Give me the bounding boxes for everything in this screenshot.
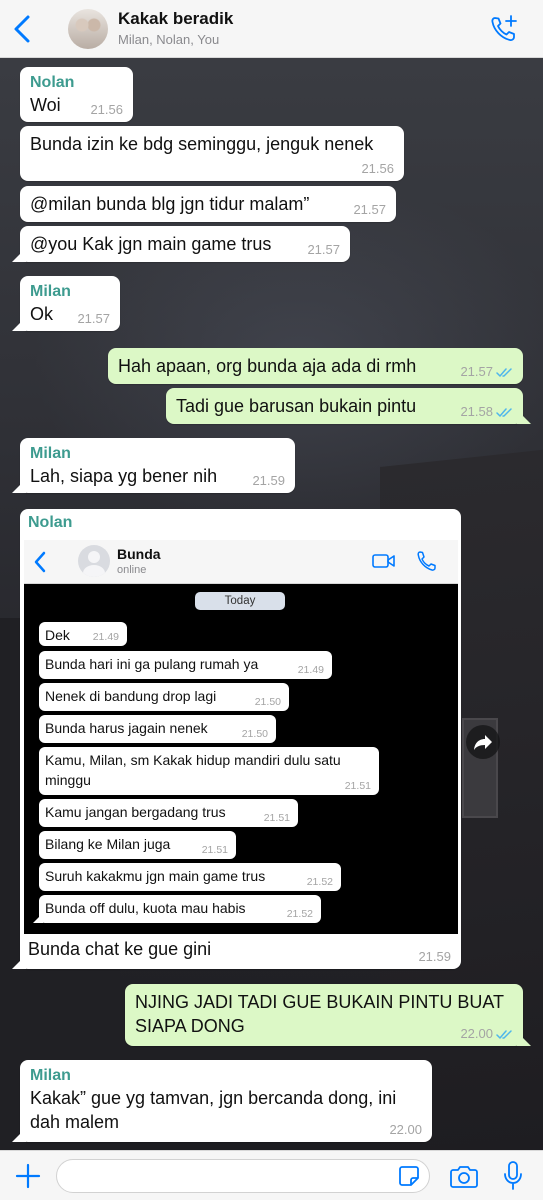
message-time: 21.52: [286, 908, 313, 920]
embedded-message: Kamu jangan bergadang trus 21.51: [39, 799, 298, 827]
message-text: Dek: [45, 627, 70, 643]
embedded-message: Bunda hari ini ga pulang rumah ya 21.49: [39, 651, 332, 679]
message-text: Kamu, Milan, sm Kakak hidup mandiri dulu…: [45, 752, 341, 788]
message-text: Bunda harus jagain nenek: [45, 720, 208, 736]
message-bubble-outgoing[interactable]: Tadi gue barusan bukain pintu 21.58: [166, 388, 531, 424]
message-input[interactable]: [56, 1159, 430, 1193]
message-text: Bunda off dulu, kuota mau habis: [45, 900, 246, 916]
plus-icon[interactable]: [14, 1162, 42, 1190]
message-time: 21.56: [361, 161, 394, 176]
message-time: 21.59: [418, 949, 451, 964]
message-text: Nenek di bandung drop lagi: [45, 688, 217, 704]
contact-name: Bunda: [117, 546, 161, 562]
message-bubble[interactable]: @milan bunda blg jgn tidur malam” 21.57: [20, 186, 396, 222]
embedded-chat-header: Bunda online: [24, 540, 458, 584]
group-avatar[interactable]: [68, 9, 108, 49]
sticker-icon[interactable]: [398, 1165, 420, 1187]
contact-avatar: [78, 545, 110, 577]
microphone-icon[interactable]: [502, 1160, 524, 1192]
read-receipt-icon: [496, 368, 512, 377]
embedded-message: Bunda off dulu, kuota mau habis 21.52: [33, 895, 321, 923]
message-bubble[interactable]: @you Kak jgn main game trus 21.57: [12, 226, 350, 262]
bubble-tail: [33, 913, 43, 923]
message-text: @you Kak jgn main game trus: [30, 234, 272, 254]
back-chevron-icon: [34, 551, 46, 573]
sender-name[interactable]: Nolan: [28, 513, 457, 533]
chat-title[interactable]: Kakak beradik: [118, 9, 233, 29]
embedded-message: Dek 21.49: [39, 622, 127, 646]
message-time: 21.57: [307, 242, 340, 257]
message-time: 21.56: [90, 102, 123, 117]
message-text: Suruh kakakmu jgn main game trus: [45, 868, 266, 884]
message-text: Lah, siapa yg bener nih: [30, 466, 218, 486]
message-text: Bunda hari ini ga pulang rumah ya: [45, 656, 259, 672]
forward-icon: [474, 735, 492, 750]
embedded-message: Kamu, Milan, sm Kakak hidup mandiri dulu…: [39, 747, 379, 795]
message-time: 21.49: [297, 664, 324, 676]
message-time: 21.51: [344, 780, 371, 792]
message-bubble[interactable]: Nolan Woi 21.56: [20, 67, 133, 122]
embedded-message: Nenek di bandung drop lagi 21.50: [39, 683, 289, 711]
embedded-message: Bilang ke Milan juga 21.51: [39, 831, 236, 859]
message-bubble[interactable]: Milan Ok 21.57: [12, 276, 120, 331]
contact-status: online: [117, 564, 147, 576]
message-time: 21.51: [263, 812, 290, 824]
sender-name[interactable]: Nolan: [30, 73, 123, 93]
message-time: 21.59: [252, 473, 285, 488]
message-bubble[interactable]: Bunda izin ke bdg seminggu, jenguk nenek…: [20, 126, 404, 181]
chat-participants: Milan, Nolan, You: [118, 32, 220, 47]
message-text: Hah apaan, org bunda aja ada di rmh: [118, 356, 417, 376]
message-time: 21.57: [460, 364, 493, 379]
phone-icon: [417, 551, 436, 571]
message-text: @milan bunda blg jgn tidur malam”: [30, 194, 310, 214]
message-time: 21.58: [460, 404, 493, 419]
message-time: 22.00: [460, 1026, 493, 1041]
video-call-icon: [372, 554, 395, 568]
embedded-message: Bunda harus jagain nenek 21.50: [39, 715, 276, 743]
message-bubble[interactable]: Milan Lah, siapa yg bener nih 21.59: [12, 438, 295, 493]
message-text: Kamu jangan bergadang trus: [45, 804, 226, 820]
embedded-message: Suruh kakakmu jgn main game trus 21.52: [39, 863, 341, 891]
add-call-icon[interactable]: [488, 13, 520, 45]
sender-name[interactable]: Milan: [30, 444, 285, 464]
camera-icon[interactable]: [450, 1163, 478, 1189]
message-bubble-outgoing[interactable]: NJING JADI TADI GUE BUKAIN PINTU BUAT SI…: [125, 984, 531, 1046]
chat-header: Kakak beradik Milan, Nolan, You: [0, 0, 543, 58]
message-time: 21.52: [306, 876, 333, 888]
message-time: 21.50: [254, 696, 281, 708]
back-chevron-icon[interactable]: [10, 14, 36, 44]
image-caption: Bunda chat ke gue gini: [28, 939, 212, 959]
forward-button[interactable]: [466, 725, 500, 759]
sender-name[interactable]: Milan: [30, 282, 110, 302]
message-time: 21.57: [353, 202, 386, 217]
embedded-screenshot[interactable]: Bunda online Today Dek 21.49 Bunda hari …: [24, 540, 458, 934]
message-time: 21.49: [92, 631, 119, 643]
message-time: 21.51: [201, 844, 228, 856]
message-bubble[interactable]: Milan Kakak” gue yg tamvan, jgn bercanda…: [12, 1060, 432, 1142]
message-text: Kakak” gue yg tamvan, jgn bercanda dong,…: [30, 1088, 397, 1132]
date-badge: Today: [195, 592, 285, 610]
message-text: Bilang ke Milan juga: [45, 836, 171, 852]
sender-name[interactable]: Milan: [30, 1066, 422, 1086]
message-time: 22.00: [389, 1122, 422, 1137]
message-bubble-outgoing[interactable]: Hah apaan, org bunda aja ada di rmh 21.5…: [108, 348, 523, 384]
message-time: 21.50: [241, 728, 268, 740]
read-receipt-icon: [496, 1030, 512, 1039]
message-text: Bunda izin ke bdg seminggu, jenguk nenek: [30, 134, 374, 154]
message-input-bar: [0, 1150, 543, 1200]
read-receipt-icon: [496, 408, 512, 417]
message-time: 21.57: [77, 311, 110, 326]
